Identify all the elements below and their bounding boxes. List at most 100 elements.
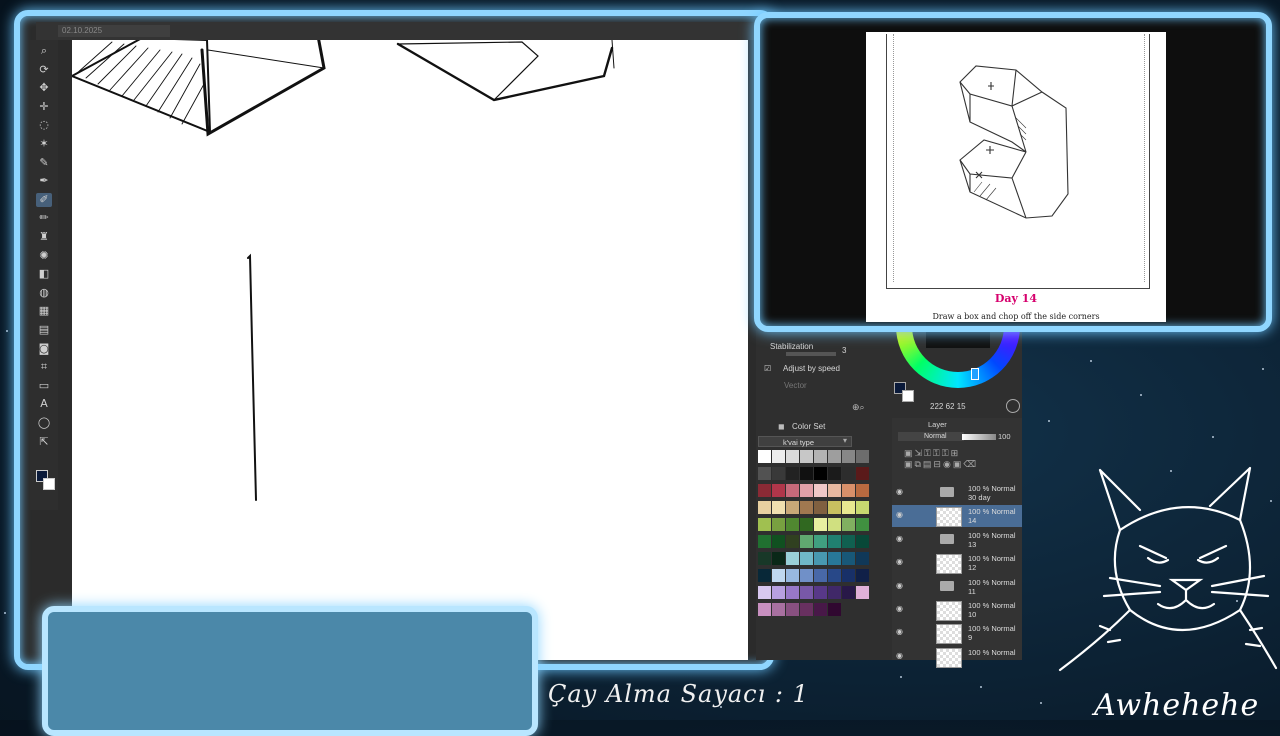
tool-17-icon[interactable]: ⌗ [36,360,52,374]
layer-toolbar-icons[interactable]: ▣⇲⚿⚿⚿⊞ ▣⧉▤⊟◉▣⌫ [904,448,1014,478]
color-swatch[interactable] [786,569,799,582]
color-swatch[interactable] [814,586,827,599]
color-swatch[interactable] [828,467,841,480]
layer-row[interactable]: ◉ 100 % Normal 10 [892,599,1022,621]
color-swatch[interactable] [758,450,771,463]
color-swatch[interactable] [814,484,827,497]
tool-4-icon[interactable]: ◌ [36,118,52,132]
layer-row[interactable]: ◉ 100 % Normal 14 [892,505,1022,528]
color-swatch[interactable] [772,569,785,582]
color-swatch[interactable] [842,467,855,480]
color-swatch[interactable] [758,603,771,616]
layer-opacity-slider[interactable] [962,434,996,440]
color-swatch[interactable] [814,569,827,582]
color-swatch[interactable] [786,467,799,480]
layer-row[interactable]: ◉ 100 % Normal 30 day [892,482,1022,504]
tool-14-icon[interactable]: ▦ [36,304,52,318]
color-swatch[interactable] [772,535,785,548]
stabilization-value[interactable]: 3 [842,346,846,355]
layer-row[interactable]: ◉ 100 % Normal 11 [892,576,1022,598]
tool-13-icon[interactable]: ◍ [36,286,52,300]
drawing-canvas[interactable] [72,40,748,660]
color-swatch[interactable] [772,501,785,514]
color-swatch[interactable] [786,586,799,599]
color-swatch[interactable] [856,484,869,497]
color-swatch[interactable] [814,603,827,616]
tool-16-icon[interactable]: ◙ [36,342,52,356]
color-swatch[interactable] [772,518,785,531]
color-swatch[interactable] [842,484,855,497]
color-swatch[interactable] [842,586,855,599]
color-swatch[interactable] [856,535,869,548]
color-swatch[interactable] [814,518,827,531]
color-swatch[interactable] [828,501,841,514]
color-swatch[interactable] [758,501,771,514]
layer-row[interactable]: ◉ 100 % Normal [892,646,1022,668]
tool-2-icon[interactable]: ✥ [36,81,52,95]
eye-icon[interactable]: ◉ [896,510,903,519]
color-swatch[interactable] [786,552,799,565]
tool-15-icon[interactable]: ▤ [36,323,52,337]
color-swatch[interactable] [856,586,869,599]
background-color-swatch[interactable] [43,478,55,490]
color-swatch[interactable] [814,501,827,514]
color-swatch[interactable] [842,501,855,514]
color-swatch[interactable] [772,484,785,497]
color-swatch[interactable] [856,467,869,480]
color-swatch[interactable] [814,450,827,463]
tool-5-icon[interactable]: ✶ [36,137,52,151]
color-swatch[interactable] [800,552,813,565]
color-swatch[interactable] [856,518,869,531]
color-swatch[interactable] [786,518,799,531]
sub-color-swatch[interactable] [902,390,914,402]
tool-3-icon[interactable]: ✛ [36,100,52,114]
color-swatch[interactable] [800,603,813,616]
color-swatch[interactable] [828,535,841,548]
tool-8-icon[interactable]: ✐ [36,192,52,207]
color-swatch[interactable] [856,569,869,582]
tool-12-icon[interactable]: ◧ [36,267,52,281]
eye-icon[interactable]: ◉ [896,557,903,566]
color-swatch[interactable] [772,603,785,616]
eye-icon[interactable]: ◉ [896,604,903,613]
color-mode-icon[interactable] [1006,399,1020,413]
tool-20-icon[interactable]: ◯ [36,416,52,430]
color-swatch[interactable] [772,586,785,599]
layer-opacity-value[interactable]: 100 [998,432,1011,441]
color-swatch[interactable] [772,450,785,463]
color-swatch[interactable] [800,467,813,480]
tool-7-icon[interactable]: ✒ [36,174,52,188]
eye-icon[interactable]: ◉ [896,627,903,636]
color-swatch[interactable] [856,501,869,514]
zoom-icon[interactable]: ⊕⌕ [852,402,876,414]
color-swatch[interactable] [842,518,855,531]
color-swatch[interactable] [800,586,813,599]
color-swatch[interactable] [814,535,827,548]
color-swatch[interactable] [856,450,869,463]
tool-10-icon[interactable]: ♜ [36,230,52,244]
document-tab[interactable]: 02.10.2025 [58,25,170,37]
tool-0-icon[interactable]: ⌕ [36,44,52,58]
tool-21-icon[interactable]: ⇱ [36,435,52,449]
color-swatch[interactable] [800,569,813,582]
chevron-down-icon[interactable]: ▾ [843,436,847,445]
layer-row[interactable]: ◉ 100 % Normal 9 [892,622,1022,645]
color-swatch[interactable] [800,450,813,463]
color-swatch[interactable] [786,535,799,548]
color-swatch[interactable] [758,552,771,565]
layer-row[interactable]: ◉ 100 % Normal 12 [892,552,1022,575]
hue-marker[interactable] [971,368,979,380]
color-swatch[interactable] [828,450,841,463]
color-swatch[interactable] [758,467,771,480]
color-swatch[interactable] [758,518,771,531]
blend-mode-select[interactable]: Normal [898,432,964,441]
eye-icon[interactable]: ◉ [896,487,903,496]
color-set-title[interactable]: Color Set [792,422,825,431]
color-swatch[interactable] [828,518,841,531]
color-swatch[interactable] [800,535,813,548]
color-wheel[interactable] [896,328,1020,388]
color-swatch[interactable] [842,450,855,463]
color-swatch[interactable] [758,586,771,599]
layer-panel-title[interactable]: Layer [928,420,947,429]
tool-9-icon[interactable]: ✏ [36,211,52,225]
